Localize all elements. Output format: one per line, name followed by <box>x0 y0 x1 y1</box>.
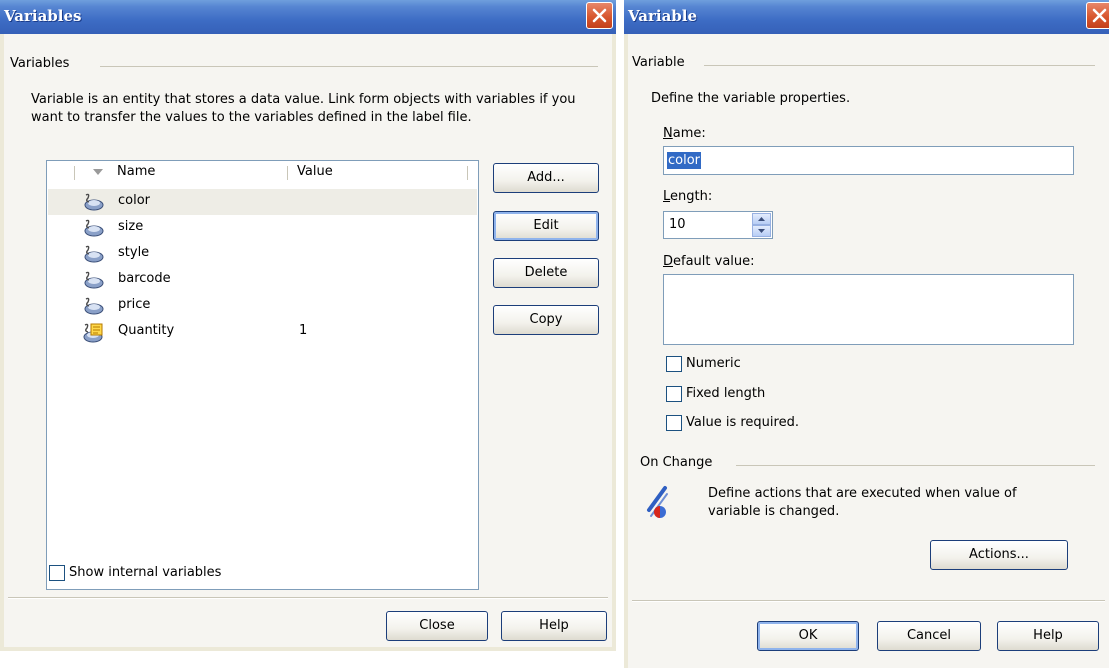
footer-separator <box>632 600 1105 602</box>
length-stepper[interactable]: 10 <box>663 211 773 239</box>
actions-icon <box>647 486 668 518</box>
help-button[interactable]: Help <box>501 611 607 641</box>
default-label-key: D <box>663 254 674 269</box>
length-value: 10 <box>669 217 686 232</box>
variable-name: size <box>118 219 144 234</box>
variable-dialog: Variable Variable Define the variable pr… <box>624 0 1109 668</box>
edit-button[interactable]: Edit <box>493 211 599 241</box>
fixed-length-label: Fixed length <box>686 386 766 401</box>
cancel-button[interactable]: Cancel <box>877 621 981 651</box>
variables-group-label: Variables <box>10 56 70 71</box>
variable-group-label: Variable <box>632 55 685 70</box>
actions-button[interactable]: Actions... <box>930 540 1068 570</box>
fixed-length-checkbox[interactable] <box>666 386 682 402</box>
on-change-description-line1: Define actions that are executed when va… <box>708 486 1017 501</box>
spin-down-icon[interactable] <box>752 225 771 237</box>
help-button[interactable]: Help <box>997 621 1099 651</box>
name-label-rest: ame: <box>672 126 706 141</box>
variable-icon <box>84 271 104 289</box>
header-divider <box>74 166 75 180</box>
length-label: Length: <box>663 188 712 206</box>
variable-name: price <box>118 297 151 312</box>
variable-icon <box>84 245 104 263</box>
header-divider <box>467 166 468 180</box>
value-required-checkbox[interactable] <box>666 415 682 431</box>
variable-name: color <box>118 193 151 208</box>
length-label-key: L <box>663 189 671 204</box>
add-button[interactable]: Add... <box>493 163 599 193</box>
length-label-rest: ength: <box>670 189 713 204</box>
list-item[interactable]: size <box>48 215 477 241</box>
list-item[interactable]: color <box>48 189 477 215</box>
name-field[interactable]: color <box>663 146 1074 175</box>
variable-name: style <box>118 245 150 260</box>
default-value-label: Default value: <box>663 253 755 271</box>
list-item[interactable]: barcode <box>48 267 477 293</box>
close-icon[interactable] <box>1086 2 1109 29</box>
show-internal-label: Show internal variables <box>69 565 222 580</box>
footer-separator <box>8 597 608 599</box>
on-change-description-line2: variable is changed. <box>708 504 840 519</box>
sort-arrow-icon[interactable] <box>93 169 103 176</box>
close-button[interactable]: Close <box>386 611 488 641</box>
variable-icon <box>84 219 104 237</box>
variable-description: Define the variable properties. <box>651 91 851 106</box>
group-divider <box>100 66 598 67</box>
numeric-checkbox[interactable] <box>666 356 682 372</box>
variable-title: Variable <box>628 7 698 25</box>
group-divider <box>704 65 1095 66</box>
show-internal-checkbox[interactable] <box>49 565 65 581</box>
value-required-label: Value is required. <box>686 415 799 430</box>
list-header: Name Value <box>47 161 478 185</box>
column-header-name[interactable]: Name <box>117 164 155 179</box>
list-item[interactable]: price <box>48 293 477 319</box>
variable-name: Quantity <box>118 323 175 338</box>
close-icon[interactable] <box>586 2 613 29</box>
delete-button[interactable]: Delete <box>493 258 599 288</box>
list-item[interactable]: style <box>48 241 477 267</box>
variables-description: Variable is an entity that stores a data… <box>31 92 576 125</box>
variable-title-bar[interactable]: Variable <box>624 0 1109 34</box>
variables-content: Variables Variable is an entity that sto… <box>4 34 612 647</box>
column-header-value[interactable]: Value <box>297 164 333 179</box>
on-change-label: On Change <box>640 455 713 470</box>
default-value-field[interactable] <box>663 274 1074 345</box>
name-label: Name: <box>663 125 706 143</box>
ok-button[interactable]: OK <box>757 621 859 651</box>
variable-icon <box>84 193 104 211</box>
name-label-key: N <box>663 126 673 141</box>
list-item[interactable]: Quantity 1 <box>48 319 477 345</box>
variable-value: 1 <box>299 323 308 338</box>
variable-icon <box>84 297 104 315</box>
header-divider <box>287 166 288 180</box>
variable-content: Variable Define the variable properties.… <box>628 34 1109 668</box>
numeric-label: Numeric <box>686 356 741 371</box>
variables-list[interactable]: Name Value color size style barcode pric… <box>46 160 479 590</box>
variables-title-bar[interactable]: Variables <box>0 0 616 34</box>
default-label-rest: efault value: <box>673 254 755 269</box>
variable-form-icon <box>83 323 103 343</box>
copy-button[interactable]: Copy <box>493 305 599 335</box>
group-divider <box>736 465 1095 466</box>
spin-up-icon[interactable] <box>752 213 771 225</box>
name-field-value: color <box>667 152 702 169</box>
variables-dialog: Variables Variables Variable is an entit… <box>0 0 616 651</box>
variables-title: Variables <box>4 7 82 25</box>
variable-name: barcode <box>118 271 171 286</box>
